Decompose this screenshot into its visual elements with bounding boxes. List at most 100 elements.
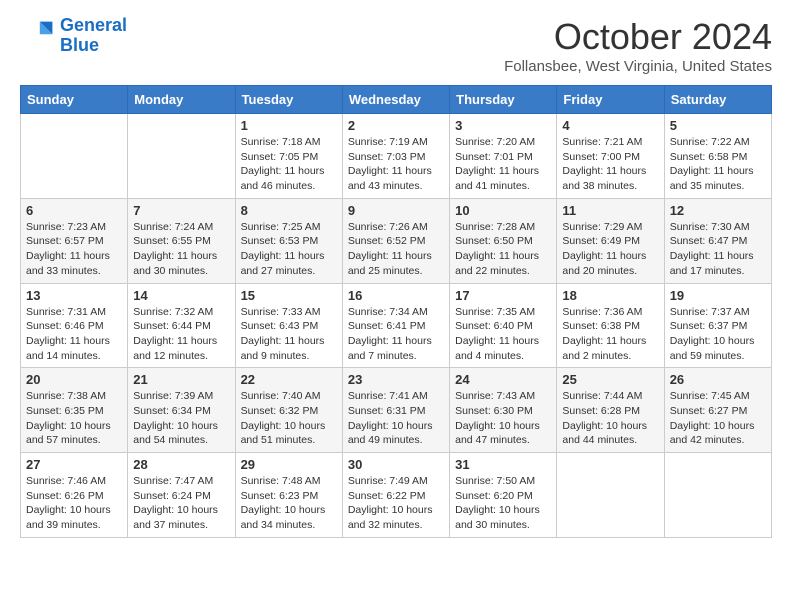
day-info: Sunrise: 7:39 AMSunset: 6:34 PMDaylight:… [133, 389, 229, 448]
header-row: SundayMondayTuesdayWednesdayThursdayFrid… [21, 86, 772, 114]
day-number: 27 [26, 457, 122, 472]
day-number: 5 [670, 118, 766, 133]
day-number: 8 [241, 203, 337, 218]
calendar-cell [128, 114, 235, 199]
day-info: Sunrise: 7:40 AMSunset: 6:32 PMDaylight:… [241, 389, 337, 448]
day-number: 12 [670, 203, 766, 218]
day-info: Sunrise: 7:20 AMSunset: 7:01 PMDaylight:… [455, 135, 551, 194]
header: General Blue October 2024 Follansbee, We… [20, 16, 772, 75]
day-info: Sunrise: 7:37 AMSunset: 6:37 PMDaylight:… [670, 305, 766, 364]
day-info: Sunrise: 7:49 AMSunset: 6:22 PMDaylight:… [348, 474, 444, 533]
calendar-cell: 8 Sunrise: 7:25 AMSunset: 6:53 PMDaylight… [235, 198, 342, 283]
day-number: 4 [562, 118, 658, 133]
calendar-cell: 25Sunrise: 7:44 AMSunset: 6:28 PMDayligh… [557, 368, 664, 453]
calendar-cell: 20Sunrise: 7:38 AMSunset: 6:35 PMDayligh… [21, 368, 128, 453]
calendar-cell: 4Sunrise: 7:21 AMSunset: 7:00 PMDaylight… [557, 114, 664, 199]
day-info: Sunrise: 7:19 AMSunset: 7:03 PMDaylight:… [348, 135, 444, 194]
calendar-cell: 26 Sunrise: 7:45 AMSunset: 6:27 PMDayligh… [664, 368, 771, 453]
calendar-cell: 1 Sunrise: 7:18 AMSunset: 7:05 PMDaylight… [235, 114, 342, 199]
calendar-cell: 14Sunrise: 7:32 AMSunset: 6:44 PMDayligh… [128, 283, 235, 368]
day-info: Sunrise: 7:47 AMSunset: 6:24 PMDaylight:… [133, 474, 229, 533]
calendar-cell: 5Sunrise: 7:22 AMSunset: 6:58 PMDaylight… [664, 114, 771, 199]
calendar-week: 6 Sunrise: 7:23 AMSunset: 6:57 PMDaylight… [21, 198, 772, 283]
day-info: Sunrise: 7:36 AMSunset: 6:38 PMDaylight:… [562, 305, 658, 364]
day-info: Sunrise: 7:24 AMSunset: 6:55 PMDaylight:… [133, 220, 229, 279]
calendar-cell: 22 Sunrise: 7:40 AMSunset: 6:32 PMDayligh… [235, 368, 342, 453]
calendar-cell: 3 Sunrise: 7:20 AMSunset: 7:01 PMDaylight… [450, 114, 557, 199]
day-number: 18 [562, 288, 658, 303]
title-block: October 2024 Follansbee, West Virginia, … [504, 16, 772, 75]
day-number: 21 [133, 372, 229, 387]
calendar-week: 20Sunrise: 7:38 AMSunset: 6:35 PMDayligh… [21, 368, 772, 453]
calendar-cell: 31Sunrise: 7:50 AMSunset: 6:20 PMDayligh… [450, 453, 557, 538]
day-info: Sunrise: 7:26 AMSunset: 6:52 PMDaylight:… [348, 220, 444, 279]
day-info: Sunrise: 7:48 AMSunset: 6:23 PMDaylight:… [241, 474, 337, 533]
day-info: Sunrise: 7:32 AMSunset: 6:44 PMDaylight:… [133, 305, 229, 364]
logo-text: General Blue [60, 16, 127, 56]
day-number: 22 [241, 372, 337, 387]
day-info: Sunrise: 7:25 AMSunset: 6:53 PMDaylight:… [241, 220, 337, 279]
calendar-cell: 9 Sunrise: 7:26 AMSunset: 6:52 PMDaylight… [342, 198, 449, 283]
calendar-cell: 16Sunrise: 7:34 AMSunset: 6:41 PMDayligh… [342, 283, 449, 368]
calendar-week: 1 Sunrise: 7:18 AMSunset: 7:05 PMDaylight… [21, 114, 772, 199]
calendar-table: SundayMondayTuesdayWednesdayThursdayFrid… [20, 85, 772, 538]
day-info: Sunrise: 7:23 AMSunset: 6:57 PMDaylight:… [26, 220, 122, 279]
header-day: Saturday [664, 86, 771, 114]
calendar-cell: 15Sunrise: 7:33 AMSunset: 6:43 PMDayligh… [235, 283, 342, 368]
day-number: 10 [455, 203, 551, 218]
day-info: Sunrise: 7:44 AMSunset: 6:28 PMDaylight:… [562, 389, 658, 448]
day-number: 24 [455, 372, 551, 387]
day-info: Sunrise: 7:50 AMSunset: 6:20 PMDaylight:… [455, 474, 551, 533]
calendar-cell: 27 Sunrise: 7:46 AMSunset: 6:26 PMDayligh… [21, 453, 128, 538]
header-day: Tuesday [235, 86, 342, 114]
day-number: 1 [241, 118, 337, 133]
calendar-cell: 18 Sunrise: 7:36 AMSunset: 6:38 PMDayligh… [557, 283, 664, 368]
calendar-cell: 17Sunrise: 7:35 AMSunset: 6:40 PMDayligh… [450, 283, 557, 368]
day-number: 28 [133, 457, 229, 472]
calendar-cell [557, 453, 664, 538]
calendar-cell: 12 Sunrise: 7:30 AMSunset: 6:47 PMDayligh… [664, 198, 771, 283]
day-info: Sunrise: 7:43 AMSunset: 6:30 PMDaylight:… [455, 389, 551, 448]
day-number: 20 [26, 372, 122, 387]
calendar-cell: 2 Sunrise: 7:19 AMSunset: 7:03 PMDaylight… [342, 114, 449, 199]
logo: General Blue [20, 16, 127, 56]
day-number: 19 [670, 288, 766, 303]
calendar-week: 27 Sunrise: 7:46 AMSunset: 6:26 PMDayligh… [21, 453, 772, 538]
day-info: Sunrise: 7:46 AMSunset: 6:26 PMDaylight:… [26, 474, 122, 533]
day-info: Sunrise: 7:41 AMSunset: 6:31 PMDaylight:… [348, 389, 444, 448]
day-info: Sunrise: 7:28 AMSunset: 6:50 PMDaylight:… [455, 220, 551, 279]
header-day: Friday [557, 86, 664, 114]
calendar-cell: 7Sunrise: 7:24 AMSunset: 6:55 PMDaylight… [128, 198, 235, 283]
month-title: October 2024 [504, 16, 772, 58]
day-number: 2 [348, 118, 444, 133]
calendar-cell: 11Sunrise: 7:29 AMSunset: 6:49 PMDayligh… [557, 198, 664, 283]
day-number: 23 [348, 372, 444, 387]
day-number: 13 [26, 288, 122, 303]
day-number: 6 [26, 203, 122, 218]
calendar-cell [664, 453, 771, 538]
day-number: 3 [455, 118, 551, 133]
calendar-cell: 10 Sunrise: 7:28 AMSunset: 6:50 PMDayligh… [450, 198, 557, 283]
calendar-cell: 24 Sunrise: 7:43 AMSunset: 6:30 PMDayligh… [450, 368, 557, 453]
calendar-cell [21, 114, 128, 199]
header-day: Thursday [450, 86, 557, 114]
calendar-cell: 30Sunrise: 7:49 AMSunset: 6:22 PMDayligh… [342, 453, 449, 538]
header-day: Monday [128, 86, 235, 114]
header-day: Sunday [21, 86, 128, 114]
calendar-cell: 19 Sunrise: 7:37 AMSunset: 6:37 PMDayligh… [664, 283, 771, 368]
day-info: Sunrise: 7:34 AMSunset: 6:41 PMDaylight:… [348, 305, 444, 364]
day-number: 15 [241, 288, 337, 303]
day-info: Sunrise: 7:30 AMSunset: 6:47 PMDaylight:… [670, 220, 766, 279]
day-number: 9 [348, 203, 444, 218]
header-day: Wednesday [342, 86, 449, 114]
day-info: Sunrise: 7:45 AMSunset: 6:27 PMDaylight:… [670, 389, 766, 448]
calendar-cell: 29 Sunrise: 7:48 AMSunset: 6:23 PMDayligh… [235, 453, 342, 538]
day-number: 26 [670, 372, 766, 387]
day-info: Sunrise: 7:31 AMSunset: 6:46 PMDaylight:… [26, 305, 122, 364]
calendar-cell: 28 Sunrise: 7:47 AMSunset: 6:24 PMDayligh… [128, 453, 235, 538]
day-number: 29 [241, 457, 337, 472]
logo-icon [20, 18, 56, 54]
day-info: Sunrise: 7:18 AMSunset: 7:05 PMDaylight:… [241, 135, 337, 194]
calendar-cell: 13 Sunrise: 7:31 AMSunset: 6:46 PMDayligh… [21, 283, 128, 368]
calendar-cell: 21 Sunrise: 7:39 AMSunset: 6:34 PMDayligh… [128, 368, 235, 453]
